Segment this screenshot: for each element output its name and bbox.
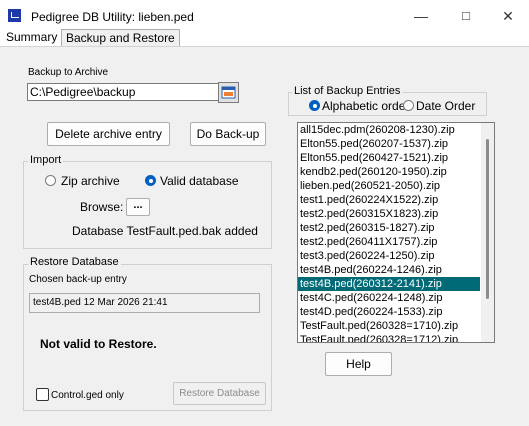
list-item[interactable]: test4D.ped(260224-1533).zip [298,305,480,319]
list-item[interactable]: Elton55.ped(260427-1521).zip [298,151,480,165]
tab-backup-and-restore[interactable]: Backup and Restore [61,29,180,47]
delete-archive-entry-button[interactable]: Delete archive entry [47,122,170,146]
backup-section-label: Backup to Archive [28,67,109,78]
close-button[interactable]: ✕ [494,6,522,26]
browse-button[interactable]: ... [126,198,150,216]
list-item[interactable]: test3.ped(260224-1250).zip [298,249,480,263]
do-backup-button[interactable]: Do Back-up [190,122,266,146]
alphabetic-order-label: Alphabetic order [322,99,410,113]
restore-status-text: Not valid to Restore. [40,337,157,351]
import-status-text: Database TestFault.ped.bak added [72,224,258,238]
import-legend: Import [28,154,64,166]
restore-database-button: Restore Database [173,382,266,405]
folder-icon [221,86,236,99]
date-order-label: Date Order [416,99,476,113]
zip-archive-radio[interactable] [45,175,56,186]
browse-label: Browse: [80,200,124,214]
backup-path-field[interactable]: C:\Pedigree\backup [27,83,220,101]
list-item[interactable]: test4B.ped(260312-2141).zip [298,277,480,291]
scrollbar-thumb[interactable] [486,139,489,299]
app-window: Pedigree DB Utility: lieben.ped — □ ✕ Su… [0,0,529,426]
chosen-entry-label: Chosen back-up entry [29,274,127,285]
control-ged-only-label: Control.ged only [51,390,124,401]
backup-entries-list[interactable]: all15dec.pdm(260208-1230).zip Elton55.ped… [297,122,495,343]
list-scrollbar[interactable] [481,123,494,342]
list-item[interactable]: TestFault.ped(260328=1712).zip [298,333,480,342]
app-logo-icon [8,9,21,22]
help-button[interactable]: Help [325,352,392,376]
list-item[interactable]: TestFault.ped(260328=1710).zip [298,319,480,333]
list-item[interactable]: test2.ped(260411X1757).zip [298,235,480,249]
list-item[interactable]: test4B.ped(260224-1246).zip [298,263,480,277]
zip-archive-label: Zip archive [61,174,120,188]
date-order-radio[interactable] [403,100,414,111]
tab-summary[interactable]: Summary [2,29,61,45]
list-item[interactable]: Elton55.ped(260207-1537).zip [298,137,480,151]
maximize-button[interactable]: □ [452,6,480,26]
list-item[interactable]: test2.ped(260315X1823).zip [298,207,480,221]
list-item[interactable]: test2.ped(260315-1827).zip [298,221,480,235]
list-item[interactable]: all15dec.pdm(260208-1230).zip [298,123,480,137]
list-item[interactable]: kendb2.ped(260120-1950).zip [298,165,480,179]
control-ged-only-checkbox[interactable] [36,388,49,401]
valid-database-radio[interactable] [145,175,156,186]
restore-legend: Restore Database [28,256,121,268]
chosen-entry-field: test4B.ped 12 Mar 2026 21:41 [29,293,260,313]
list-item[interactable]: lieben.ped(260521-2050).zip [298,179,480,193]
alphabetic-order-radio[interactable] [309,100,320,111]
list-item[interactable]: test4C.ped(260224-1248).zip [298,291,480,305]
valid-database-label: Valid database [160,174,239,188]
list-legend: List of Backup Entries [292,85,403,97]
window-title: Pedigree DB Utility: lieben.ped [31,10,194,24]
backup-entries-items: all15dec.pdm(260208-1230).zip Elton55.ped… [298,123,480,342]
folder-browse-button[interactable] [218,82,239,103]
list-item[interactable]: test1.ped(260224X1522).zip [298,193,480,207]
minimize-button[interactable]: — [407,6,435,26]
